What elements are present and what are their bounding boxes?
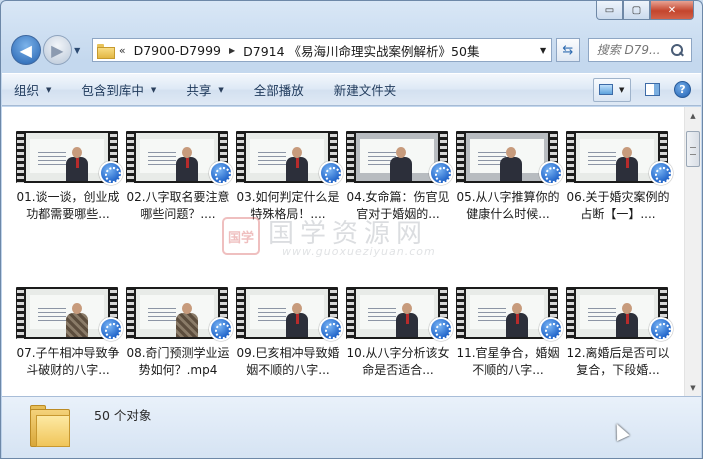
breadcrumb-overflow[interactable]: « (119, 44, 126, 57)
media-player-badge-icon (99, 161, 123, 185)
arrow-left-icon: ◀ (19, 40, 32, 60)
file-name: 06.关于婚灾案例的占断【一】.... (566, 190, 670, 221)
file-name: 08.奇门预测学业运势如何？.mp4 (126, 346, 230, 377)
include-in-library-menu[interactable]: 包含到库中 ▼ (81, 80, 156, 99)
details-pane: 50 个对象 (2, 396, 701, 458)
search-box[interactable] (587, 38, 693, 62)
file-item[interactable]: 01.谈一谈，创业成功都需要哪些... (16, 131, 126, 261)
media-player-badge-icon (429, 161, 453, 185)
search-input[interactable] (596, 43, 669, 57)
breadcrumb-separator-icon[interactable]: ▶ (229, 46, 235, 55)
share-menu[interactable]: 共享 ▼ (186, 80, 223, 99)
media-player-badge-icon (209, 317, 233, 341)
forward-button[interactable]: ▶ (42, 35, 73, 65)
file-name: 02.八字取名要注意哪些问题？.... (126, 190, 230, 221)
new-folder-label: 新建文件夹 (333, 83, 397, 98)
media-player-badge-icon (539, 317, 563, 341)
play-all-label: 全部播放 (253, 83, 304, 98)
play-all-button[interactable]: 全部播放 (254, 80, 304, 99)
address-row: ◀ ▶ ▼ « D7900-D7999 ▶ D7914 《易海川命理实战案例解析… (11, 33, 693, 67)
media-player-badge-icon (209, 161, 233, 185)
maximize-button[interactable]: ▢ (623, 1, 650, 20)
folder-icon (30, 405, 72, 449)
chevron-down-icon: ▼ (150, 85, 157, 94)
file-name: 07.子午相冲导致争斗破财的八字... (16, 346, 120, 377)
watermark-url: www.guoxueziyuan.com (282, 245, 436, 258)
refresh-button[interactable]: ⇆ (556, 38, 580, 62)
file-name: 12.离婚后是否可以复合，下段婚... (566, 346, 670, 377)
chevron-down-icon: ▼ (46, 85, 52, 94)
organize-label: 组织 (14, 83, 40, 98)
include-in-library-label: 包含到库中 (81, 83, 144, 98)
command-bar: 组织 ▼ 包含到库中 ▼ 共享 ▼ 全部播放 新建文件夹 ▼ ? (2, 73, 701, 106)
view-controls: ▼ ? (593, 77, 691, 102)
media-player-badge-icon (99, 317, 123, 341)
back-button[interactable]: ◀ (11, 35, 41, 65)
refresh-icon: ⇆ (562, 42, 574, 58)
close-button[interactable]: ✕ (650, 1, 694, 20)
watermark: 国学 国学资源网 www.guoxueziyuan.com (222, 215, 482, 259)
recent-pages-dropdown[interactable]: ▼ (74, 46, 86, 55)
chevron-down-icon: ▼ (619, 85, 625, 94)
scroll-down-icon[interactable]: ▼ (685, 379, 701, 396)
arrow-right-icon: ▶ (51, 40, 64, 60)
folder-icon (96, 43, 115, 59)
file-list: 01.谈一谈，创业成功都需要哪些... 02.八字取名要注意哪些问题？.... 03… (2, 107, 701, 396)
media-player-badge-icon (649, 317, 673, 341)
new-folder-button[interactable]: 新建文件夹 (334, 80, 397, 99)
breadcrumb-item[interactable]: D7900-D7999 (134, 43, 221, 58)
file-item[interactable]: 02.八字取名要注意哪些问题？.... (126, 131, 236, 261)
scroll-up-icon[interactable]: ▲ (685, 107, 701, 124)
file-name: 11.官星争合，婚姻不顺的八字... (456, 346, 560, 377)
file-name: 09.巳亥相冲导致婚姻不顺的八字... (236, 346, 340, 377)
change-view-button[interactable]: ▼ (593, 77, 631, 102)
chevron-down-icon: ▼ (218, 85, 224, 94)
watermark-seal: 国学 (222, 217, 260, 255)
address-dropdown-icon[interactable] (535, 46, 551, 55)
view-icon (599, 84, 613, 95)
scrollbar-thumb[interactable] (686, 131, 700, 167)
help-icon[interactable]: ? (674, 81, 691, 98)
minimize-button[interactable]: ▭ (596, 1, 623, 20)
media-player-badge-icon (319, 317, 343, 341)
explorer-window: ▭ ▢ ✕ ◀ ▶ ▼ « D7900-D7999 ▶ D7914 《易海川命理… (0, 0, 703, 459)
file-grid: 01.谈一谈，创业成功都需要哪些... 02.八字取名要注意哪些问题？.... 03… (16, 131, 676, 417)
breadcrumb-item[interactable]: D7914 《易海川命理实战案例解析》50集 (243, 41, 479, 60)
file-name: 10.从八字分析该女命是否适合... (346, 346, 450, 377)
media-player-badge-icon (319, 161, 343, 185)
media-player-badge-icon (649, 161, 673, 185)
file-item[interactable]: 06.关于婚灾案例的占断【一】.... (566, 131, 676, 261)
address-bar[interactable]: « D7900-D7999 ▶ D7914 《易海川命理实战案例解析》50集 (91, 38, 553, 62)
organize-menu[interactable]: 组织 ▼ (14, 80, 51, 99)
preview-pane-icon[interactable] (645, 83, 660, 96)
vertical-scrollbar[interactable]: ▲ ▼ (684, 107, 701, 396)
file-name: 01.谈一谈，创业成功都需要哪些... (16, 190, 120, 221)
media-player-badge-icon (539, 161, 563, 185)
share-label: 共享 (186, 83, 212, 98)
search-icon[interactable] (670, 43, 684, 57)
media-player-badge-icon (429, 317, 453, 341)
caption-buttons: ▭ ▢ ✕ (596, 1, 694, 20)
object-count: 50 个对象 (94, 408, 152, 423)
